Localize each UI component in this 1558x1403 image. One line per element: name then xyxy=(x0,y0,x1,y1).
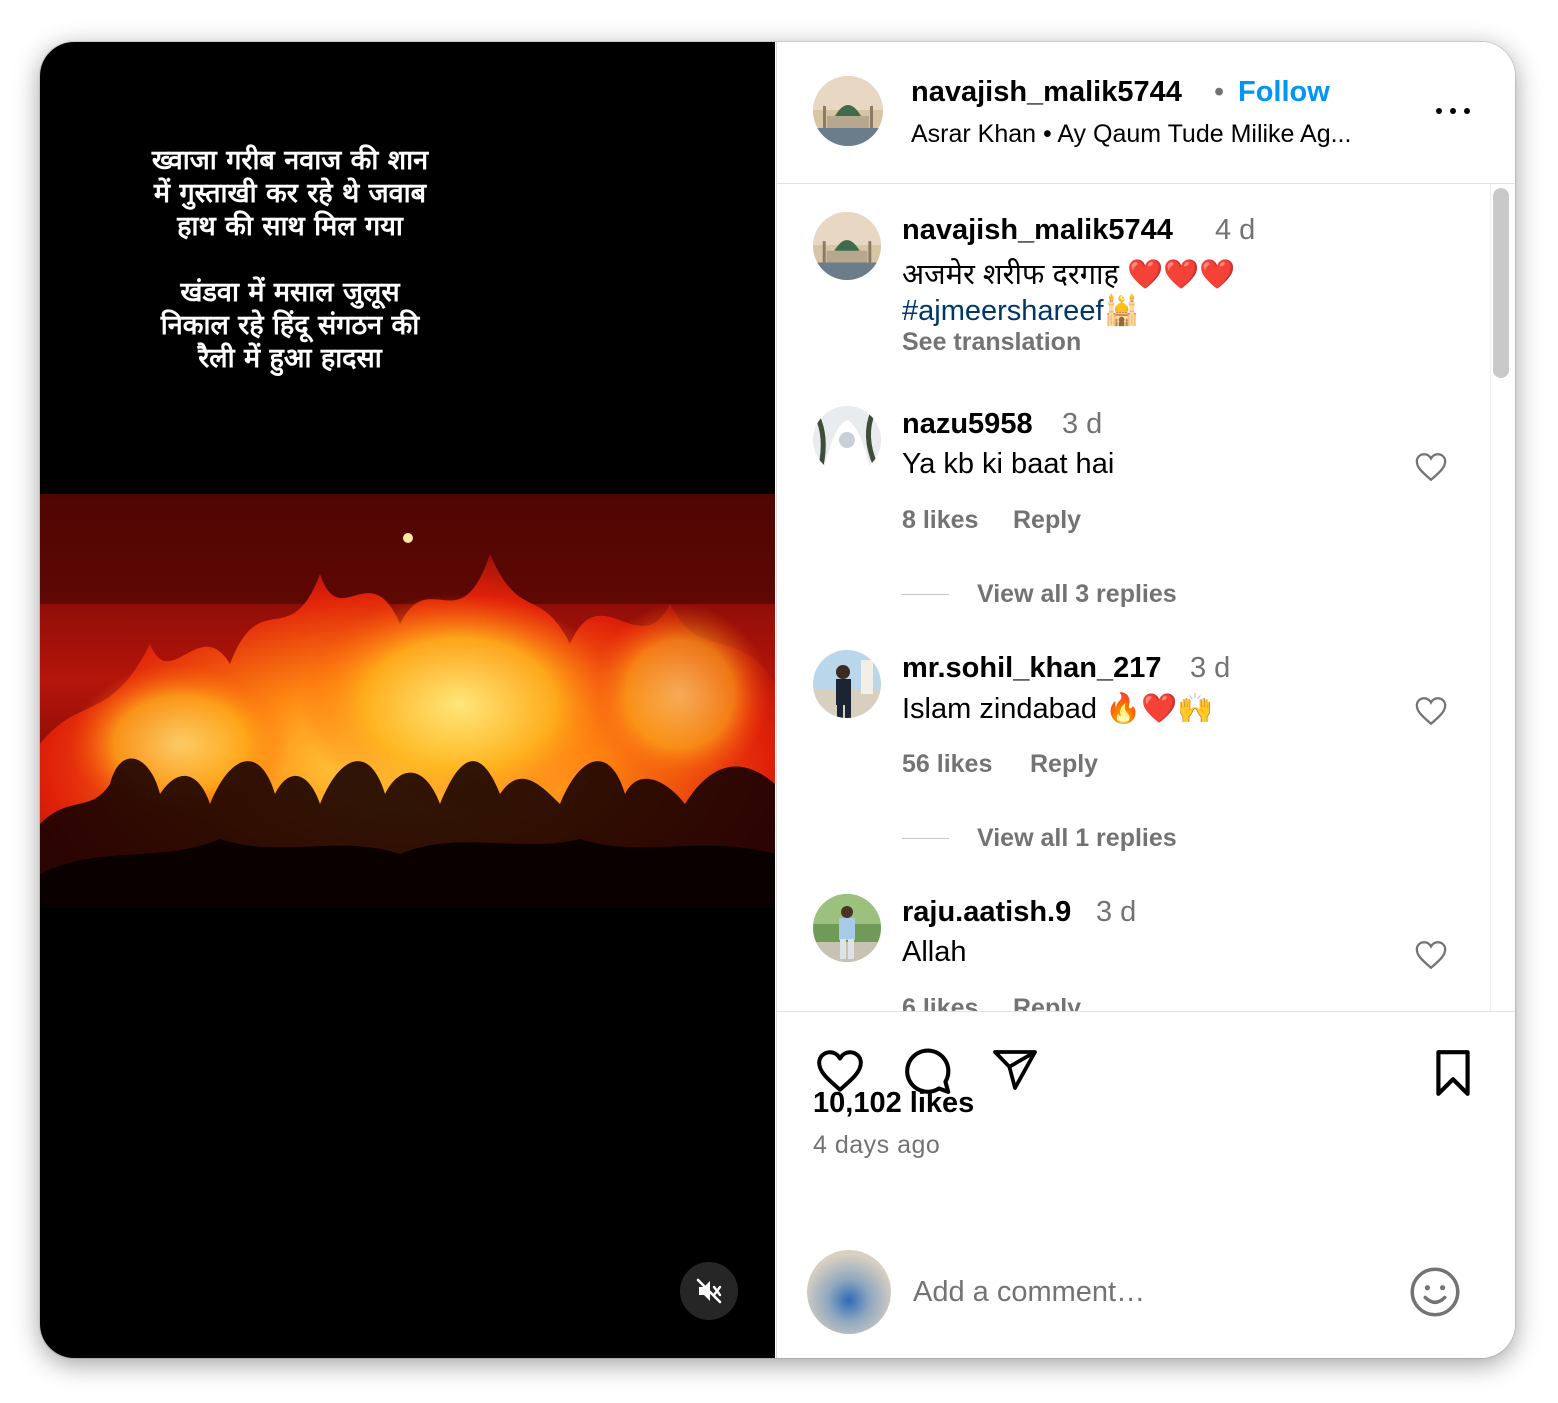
author-avatar[interactable] xyxy=(813,76,883,146)
video-overlay-text: ख्वाजा गरीब नवाज की शान में गुस्ताखी कर … xyxy=(151,145,429,374)
add-comment-input[interactable] xyxy=(911,1268,1375,1316)
follow-button[interactable]: Follow xyxy=(1238,76,1330,109)
comment-like-count[interactable]: 56 likes xyxy=(902,750,992,779)
comment-time: 3 d xyxy=(1062,408,1103,440)
comment-like-heart-icon[interactable] xyxy=(1413,694,1449,728)
commenter-avatar[interactable] xyxy=(813,894,881,962)
comment-text: Allah xyxy=(902,936,967,968)
post-like-count[interactable]: 10,102 likes xyxy=(813,1087,974,1120)
replies-divider xyxy=(902,594,949,595)
post-header: navajish_malik5744 • Follow Asrar Khan •… xyxy=(777,42,1515,184)
comments-list: navajish_malik5744 4 d अजमेर शरीफ दरगाह … xyxy=(777,184,1515,1011)
current-user-avatar xyxy=(807,1250,891,1334)
comment-text: Ya kb ki baat hai xyxy=(902,448,1115,480)
post-timestamp: 4 days ago xyxy=(813,1131,941,1159)
replies-divider xyxy=(902,838,949,839)
bookmark-icon[interactable] xyxy=(1431,1048,1475,1098)
caption-author-avatar[interactable] xyxy=(813,212,881,280)
caption-username[interactable]: navajish_malik5744 xyxy=(902,214,1173,247)
comment-time: 3 d xyxy=(1190,652,1231,684)
commenter-avatar[interactable] xyxy=(813,650,881,718)
more-options-icon[interactable] xyxy=(1433,100,1473,120)
post-actions: 10,102 likes 4 days ago xyxy=(777,1011,1515,1358)
comment-like-count[interactable]: 8 likes xyxy=(902,506,978,535)
comment-text: Islam zindabad 🔥❤️🙌 xyxy=(902,693,1214,725)
post-modal: ख्वाजा गरीब नवाज की शान में गुस्ताखी कर … xyxy=(40,42,1515,1358)
video-player[interactable]: ख्वाजा गरीब नवाज की शान में गुस्ताखी कर … xyxy=(40,42,775,1358)
comment-reply-button[interactable]: Reply xyxy=(1013,506,1081,535)
speaker-muted-icon xyxy=(696,1278,722,1304)
header-separator: • xyxy=(1214,76,1225,108)
comment-time: 3 d xyxy=(1096,896,1137,928)
caption-text: अजमेर शरीफ दरगाह ❤️❤️❤️ xyxy=(902,259,1236,291)
comment-username[interactable]: raju.aatish.9 xyxy=(902,896,1071,929)
comment-username[interactable]: nazu5958 xyxy=(902,408,1033,441)
comment-like-count[interactable]: 6 likes xyxy=(902,994,978,1011)
comment-username[interactable]: mr.sohil_khan_217 xyxy=(902,652,1162,685)
view-replies-button[interactable]: View all 1 replies xyxy=(977,824,1177,853)
emoji-icon[interactable] xyxy=(1409,1266,1461,1318)
comment-like-heart-icon[interactable] xyxy=(1413,938,1449,972)
see-translation-link[interactable]: See translation xyxy=(902,328,1081,357)
mute-toggle-button[interactable] xyxy=(680,1262,738,1320)
view-replies-button[interactable]: View all 3 replies xyxy=(977,580,1177,609)
comment-like-heart-icon[interactable] xyxy=(1413,450,1449,484)
audio-track-link[interactable]: Asrar Khan • Ay Qaum Tude Milike Ag... xyxy=(911,120,1351,149)
caption-hashtag-link[interactable]: #ajmeershareef🕌 xyxy=(902,294,1140,328)
caption-time: 4 d xyxy=(1215,214,1256,246)
comment-reply-button[interactable]: Reply xyxy=(1013,994,1081,1011)
share-icon[interactable] xyxy=(989,1046,1041,1094)
author-username[interactable]: navajish_malik5744 xyxy=(911,76,1182,109)
video-frame-fire xyxy=(40,494,775,908)
comment-reply-button[interactable]: Reply xyxy=(1030,750,1098,779)
post-sidebar: navajish_malik5744 • Follow Asrar Khan •… xyxy=(776,42,1515,1358)
commenter-avatar[interactable] xyxy=(813,406,881,474)
